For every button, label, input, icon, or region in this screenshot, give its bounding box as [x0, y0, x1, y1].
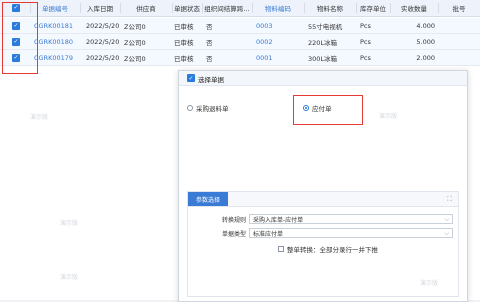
- type-select[interactable]: 标准应付单 ⌵: [249, 228, 453, 238]
- lot-cell: [442, 18, 478, 33]
- lot-cell: [442, 34, 478, 49]
- unit-cell: Pcs: [360, 21, 371, 30]
- select-bill-dialog: ✓ 选择单据 采购退料单 应付单 演示版 参数选择 ⛶ 转换规则 采购入库单-应…: [178, 70, 468, 302]
- material-name-cell: 300L冰箱: [308, 54, 338, 63]
- settle-cell: 否: [206, 22, 213, 31]
- material-name-cell: 55寸电视机: [308, 22, 343, 31]
- params-tab-bar: 参数选择 ⛶: [188, 192, 458, 207]
- col-lot[interactable]: 批号: [438, 0, 480, 16]
- radio-label: 采购退料单: [196, 105, 229, 113]
- col-date[interactable]: 入库日期: [80, 0, 120, 16]
- watermark: 演示版: [379, 113, 398, 120]
- date-cell: 2022/5/20: [86, 37, 120, 46]
- rule-value: 采购入库单-应付单: [253, 216, 304, 224]
- bill-no-link[interactable]: CGRK00181: [34, 18, 80, 33]
- material-code-link[interactable]: 0003: [256, 18, 302, 33]
- type-label: 单据类型: [221, 230, 246, 238]
- status-cell: 已审核: [174, 38, 194, 47]
- watermark: 演示版: [420, 280, 439, 287]
- dialog-title: 选择单据: [198, 76, 224, 84]
- rule-select[interactable]: 采购入库单-应付单 ⌵: [249, 214, 453, 224]
- col-settle[interactable]: 组织间结算跨…: [202, 0, 252, 16]
- chevron-down-icon: ⌵: [444, 216, 449, 223]
- lot-cell: [442, 50, 478, 65]
- unit-cell: Pcs: [360, 37, 371, 46]
- grid-header: ✓ 单据编号 入库日期 供应商 单据状态 组织间结算跨… 物料编码 物料名称 库…: [0, 0, 480, 17]
- type-row: 单据类型 标准应付单 ⌵: [220, 228, 453, 238]
- checkbox-highlight: [2, 2, 38, 74]
- qty-cell: 2.000: [416, 53, 435, 62]
- expand-icon[interactable]: ⛶: [447, 195, 452, 204]
- bill-no-link[interactable]: CGRK00180: [34, 34, 80, 49]
- table-row[interactable]: ✓ CGRK00181 2022/5/20 Z公司0 已审核 否 0003 55…: [0, 18, 480, 34]
- radio-button[interactable]: [187, 105, 193, 111]
- status-cell: 已审核: [174, 54, 194, 63]
- unit-cell: Pcs: [360, 53, 371, 62]
- rule-label: 转换规则: [221, 216, 246, 224]
- col-qty[interactable]: 实收数量: [390, 0, 438, 16]
- material-code-link[interactable]: 0001: [256, 50, 302, 65]
- merge-checkbox[interactable]: [278, 246, 284, 252]
- chevron-down-icon: ⌵: [444, 230, 449, 237]
- tab-params[interactable]: 参数选择: [188, 192, 229, 206]
- material-name-cell: 220L冰箱: [308, 38, 338, 47]
- table-row[interactable]: ✓ CGRK00180 2022/5/20 Z公司0 已审核 否 0002 22…: [0, 34, 480, 50]
- col-supplier[interactable]: 供应商: [120, 0, 172, 16]
- bill-no-link[interactable]: CGRK00179: [34, 50, 80, 65]
- qty-cell: 5.000: [416, 37, 435, 46]
- supplier-cell: Z公司0: [124, 22, 146, 31]
- radio-purchase-return[interactable]: 采购退料单: [187, 103, 229, 113]
- table-row[interactable]: ✓ CGRK00179 2022/5/20 Z公司0 已审核 否 0001 30…: [0, 50, 480, 66]
- merge-row[interactable]: 整单转换：全部分录行一并下推: [278, 244, 378, 254]
- dialog-title-bar[interactable]: ✓ 选择单据: [179, 71, 467, 86]
- date-cell: 2022/5/20: [86, 21, 120, 30]
- qty-cell: 4.000: [416, 21, 435, 30]
- col-material-name[interactable]: 物料名称: [304, 0, 356, 16]
- status-cell: 已审核: [174, 22, 194, 31]
- col-unit[interactable]: 库存单位: [356, 0, 390, 16]
- supplier-cell: Z公司0: [124, 54, 146, 63]
- type-value: 标准应付单: [253, 230, 284, 238]
- payable-highlight: [293, 95, 363, 125]
- material-code-link[interactable]: 0002: [256, 34, 302, 49]
- settle-cell: 否: [206, 54, 213, 63]
- watermark: 演示版: [60, 274, 79, 281]
- col-material-code[interactable]: 物料编码: [252, 0, 304, 16]
- date-cell: 2022/5/20: [86, 53, 120, 62]
- dialog-icon: ✓: [187, 74, 195, 82]
- col-status[interactable]: 单据状态: [172, 0, 202, 16]
- rule-row: 转换规则 采购入库单-应付单 ⌵: [220, 214, 453, 224]
- watermark: 演示版: [60, 220, 79, 227]
- supplier-cell: Z公司0: [124, 38, 146, 47]
- watermark: 演示版: [30, 114, 49, 121]
- settle-cell: 否: [206, 38, 213, 47]
- merge-label: 整单转换：全部分录行一并下推: [287, 246, 378, 254]
- params-panel: 参数选择 ⛶ 转换规则 采购入库单-应付单 ⌵ 单据类型 标准应付单 ⌵ 整单转…: [187, 191, 459, 297]
